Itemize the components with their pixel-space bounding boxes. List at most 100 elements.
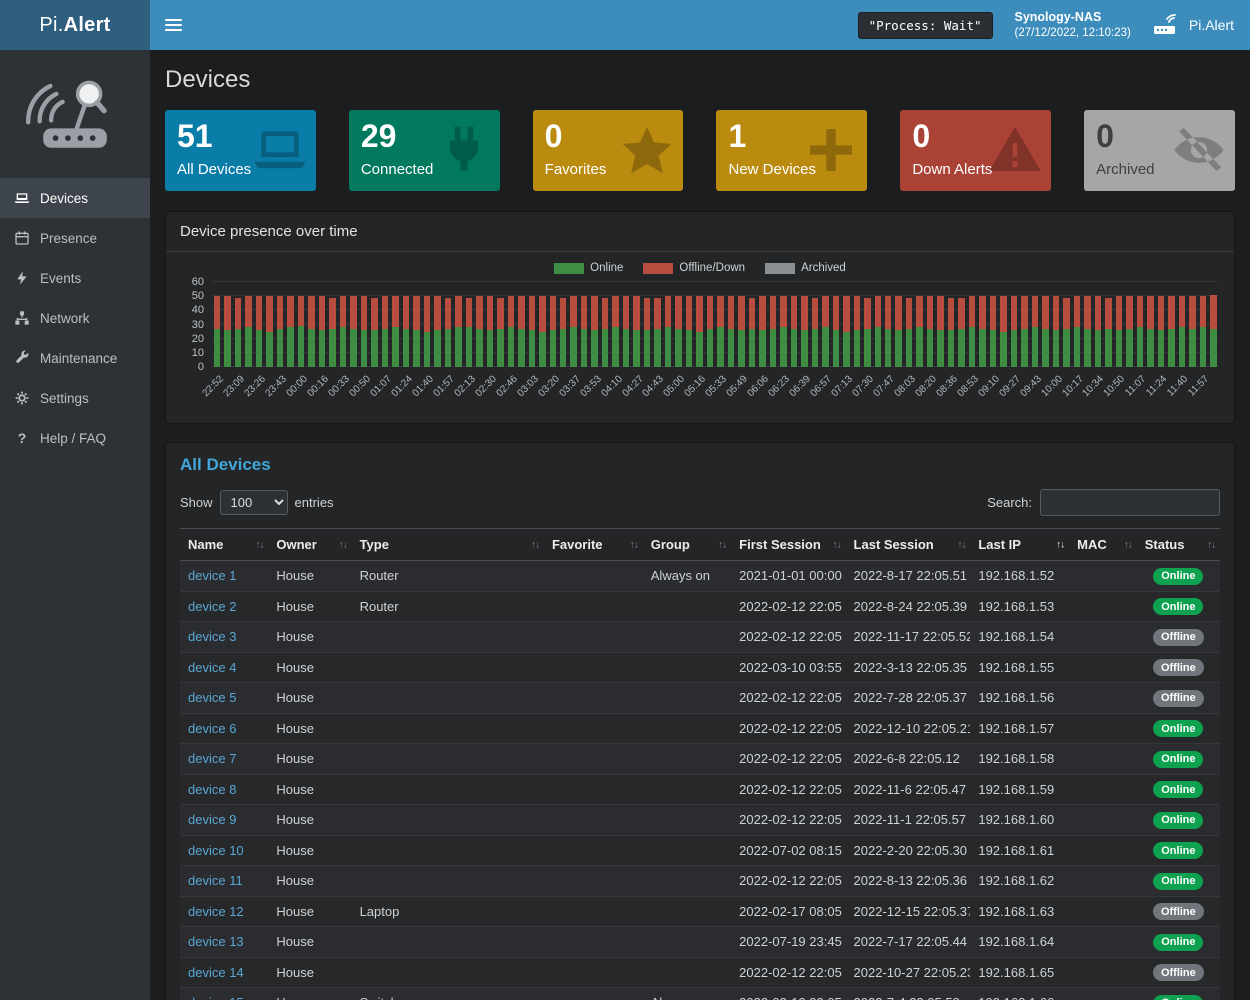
status-badge: Online <box>1153 781 1203 798</box>
page-title: Devices <box>165 66 1235 94</box>
table-row: device 2HouseRouter2022-02-12 22:052022-… <box>180 591 1220 622</box>
device-link[interactable]: device 5 <box>188 690 236 705</box>
top-header: Pi.Alert "Process: Wait" Synology-NAS (2… <box>0 0 1250 50</box>
entries-select[interactable]: 100 <box>220 490 288 515</box>
presence-bar <box>1105 282 1111 367</box>
card-new-devices[interactable]: 1 New Devices <box>716 110 867 191</box>
sort-icon: ↑↓ <box>718 539 726 550</box>
brand-text: Pi.Alert <box>39 14 110 37</box>
device-link[interactable]: device 8 <box>188 782 236 797</box>
cell-mac <box>1069 561 1137 592</box>
sidebar-item-network[interactable]: Network <box>0 298 150 338</box>
card-favorites[interactable]: 0 Favorites <box>533 110 684 191</box>
app-logo[interactable]: Pi.Alert <box>0 0 150 50</box>
cell-first_session: 2022-02-12 22:05 <box>731 622 845 653</box>
device-link[interactable]: device 6 <box>188 721 236 736</box>
bolt-icon <box>14 270 30 286</box>
cell-type <box>352 805 544 836</box>
sort-icon: ↑↓ <box>1207 539 1215 550</box>
presence-bar <box>780 282 786 367</box>
search-input[interactable] <box>1040 489 1220 516</box>
device-link[interactable]: device 3 <box>188 629 236 644</box>
device-link[interactable]: device 1 <box>188 568 236 583</box>
device-link[interactable]: device 2 <box>188 599 236 614</box>
presence-bar <box>665 282 671 367</box>
cell-owner: House <box>268 927 351 958</box>
sidebar-item-devices[interactable]: Devices <box>0 178 150 218</box>
device-link[interactable]: device 15 <box>188 995 244 1000</box>
sidebar-item-label: Settings <box>40 391 89 406</box>
column-header-first_session[interactable]: First Session↑↓ <box>731 529 845 561</box>
table-row: device 3House2022-02-12 22:052022-11-17 … <box>180 622 1220 653</box>
device-link[interactable]: device 14 <box>188 965 244 980</box>
presence-bar <box>591 282 597 367</box>
sidebar-toggle-button[interactable] <box>150 0 196 50</box>
status-badge: Offline <box>1153 690 1204 707</box>
column-header-name[interactable]: Name↑↓ <box>180 529 268 561</box>
column-header-favorite[interactable]: Favorite↑↓ <box>544 529 643 561</box>
cell-status: Online <box>1137 713 1220 744</box>
column-header-type[interactable]: Type↑↓ <box>352 529 544 561</box>
column-header-last_session[interactable]: Last Session↑↓ <box>846 529 971 561</box>
y-tick-label: 40 <box>192 304 204 316</box>
presence-bar <box>1032 282 1038 367</box>
cell-favorite <box>544 713 643 744</box>
cell-last_ip: 192.168.1.54 <box>970 622 1069 653</box>
chart-panel-title: Device presence over time <box>166 212 1234 252</box>
cell-owner: House <box>268 805 351 836</box>
cell-group <box>643 683 731 714</box>
cell-type <box>352 713 544 744</box>
device-link[interactable]: device 7 <box>188 751 236 766</box>
presence-bar <box>948 282 954 367</box>
device-link[interactable]: device 11 <box>188 873 243 888</box>
table-header-row: Name↑↓Owner↑↓Type↑↓Favorite↑↓Group↑↓Firs… <box>180 529 1220 561</box>
cell-name: device 3 <box>180 622 268 653</box>
cell-name: device 6 <box>180 713 268 744</box>
column-header-mac[interactable]: MAC↑↓ <box>1069 529 1137 561</box>
sidebar-item-events[interactable]: Events <box>0 258 150 298</box>
card-down-alerts[interactable]: 0 Down Alerts <box>900 110 1051 191</box>
sidebar-item-presence[interactable]: Presence <box>0 218 150 258</box>
presence-bar <box>424 282 430 367</box>
device-link[interactable]: device 12 <box>188 904 244 919</box>
device-link[interactable]: device 9 <box>188 812 236 827</box>
cell-mac <box>1069 622 1137 653</box>
presence-bar <box>1000 282 1006 367</box>
card-connected[interactable]: 29 Connected <box>349 110 500 191</box>
calendar-icon <box>14 230 30 246</box>
sidebar-item-maintenance[interactable]: Maintenance <box>0 338 150 378</box>
sidebar: Devices Presence Events Network Maintena… <box>0 50 150 1000</box>
cell-name: device 1 <box>180 561 268 592</box>
presence-bar <box>434 282 440 367</box>
card-all-devices[interactable]: 51 All Devices <box>165 110 316 191</box>
cell-last_ip: 192.168.1.59 <box>970 774 1069 805</box>
cell-last_ip: 192.168.1.61 <box>970 835 1069 866</box>
sidebar-item-help[interactable]: ? Help / FAQ <box>0 418 150 458</box>
column-header-status[interactable]: Status↑↓ <box>1137 529 1220 561</box>
cell-last_session: 2022-12-15 22:05.37 <box>846 896 971 927</box>
cell-mac <box>1069 683 1137 714</box>
cell-owner: House <box>268 713 351 744</box>
sidebar-item-settings[interactable]: Settings <box>0 378 150 418</box>
cell-last_session: 2022-8-13 22:05.36 <box>846 866 971 897</box>
cell-status: Online <box>1137 866 1220 897</box>
column-header-owner[interactable]: Owner↑↓ <box>268 529 351 561</box>
cell-mac <box>1069 774 1137 805</box>
column-header-last_ip[interactable]: Last IP↑↓ <box>970 529 1069 561</box>
cell-last_session: 2022-3-13 22:05.35 <box>846 652 971 683</box>
device-link[interactable]: device 13 <box>188 934 244 949</box>
cell-type: Router <box>352 561 544 592</box>
device-link[interactable]: device 10 <box>188 843 244 858</box>
chart-plot-area <box>212 282 1218 367</box>
header-user[interactable]: Pi.Alert <box>1153 14 1234 36</box>
y-tick-label: 60 <box>192 276 204 288</box>
card-archived[interactable]: 0 Archived <box>1084 110 1235 191</box>
sort-icon: ↑↓ <box>957 539 965 550</box>
column-header-group[interactable]: Group↑↓ <box>643 529 731 561</box>
table-row: device 11House2022-02-12 22:052022-8-13 … <box>180 866 1220 897</box>
sidebar-item-label: Network <box>40 311 90 326</box>
device-link[interactable]: device 4 <box>188 660 236 675</box>
y-tick-label: 10 <box>192 347 204 359</box>
presence-bar <box>235 282 241 367</box>
cell-favorite <box>544 561 643 592</box>
